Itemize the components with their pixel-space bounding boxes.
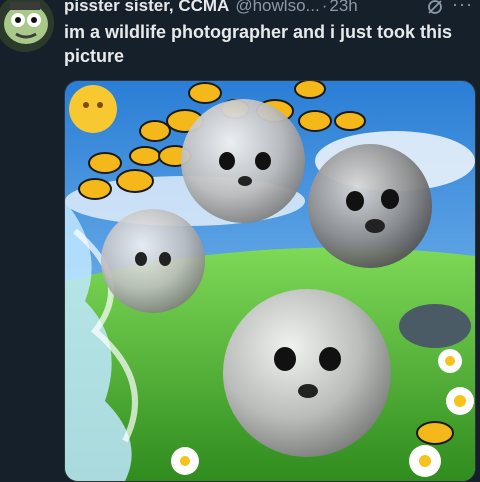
more-icon[interactable]: ··· xyxy=(452,0,473,15)
post-text: im a wildlife photographer and i just to… xyxy=(64,22,453,66)
avatar[interactable] xyxy=(0,0,54,52)
grok-icon[interactable] xyxy=(426,0,444,16)
timestamp[interactable]: 23h xyxy=(329,0,357,16)
post-image[interactable] xyxy=(64,80,476,482)
separator-dot: · xyxy=(321,0,328,15)
author-handle[interactable]: @howlso... xyxy=(235,0,319,16)
post-header: pisster sister, CCMA @howlso... · 23h xyxy=(64,0,358,16)
author-name[interactable]: pisster sister, CCMA xyxy=(64,0,229,16)
avatar-icon xyxy=(0,0,54,52)
seal-collage-image xyxy=(65,81,475,481)
